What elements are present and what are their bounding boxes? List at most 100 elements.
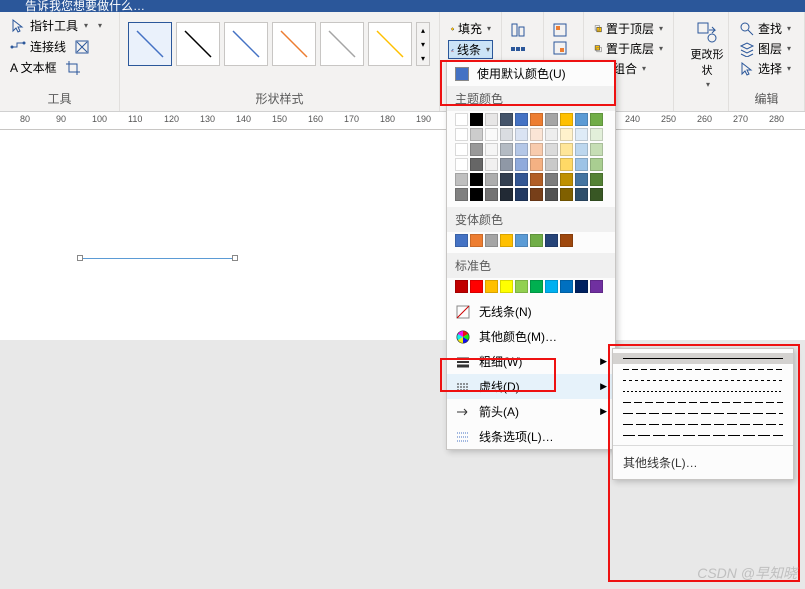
color-swatch[interactable] <box>515 280 528 293</box>
color-swatch[interactable] <box>545 128 558 141</box>
textbox-tool[interactable]: A 文本框 <box>8 58 59 77</box>
color-swatch[interactable] <box>560 280 573 293</box>
color-swatch[interactable] <box>590 158 603 171</box>
line-handle-start[interactable] <box>77 255 83 261</box>
color-swatch[interactable] <box>455 173 468 186</box>
color-swatch[interactable] <box>560 173 573 186</box>
color-swatch[interactable] <box>530 128 543 141</box>
color-swatch[interactable] <box>515 113 528 126</box>
fill-button[interactable]: 填充▾ <box>448 20 493 37</box>
style-thumb[interactable] <box>224 22 268 66</box>
color-swatch[interactable] <box>515 158 528 171</box>
align-icon[interactable] <box>510 22 526 38</box>
pointer-split[interactable]: ▾ <box>98 21 102 30</box>
color-swatch[interactable] <box>545 188 558 201</box>
bring-front[interactable]: 置于顶层▾ <box>592 20 665 37</box>
dash-option[interactable] <box>613 375 793 386</box>
color-swatch[interactable] <box>545 113 558 126</box>
color-swatch[interactable] <box>515 128 528 141</box>
color-swatch[interactable] <box>485 128 498 141</box>
color-swatch[interactable] <box>515 173 528 186</box>
dash-option[interactable] <box>613 419 793 430</box>
color-swatch[interactable] <box>515 234 528 247</box>
color-swatch[interactable] <box>485 280 498 293</box>
dash-option[interactable] <box>613 397 793 408</box>
dash-item[interactable]: 虚线(D) ▶ <box>447 374 615 399</box>
send-back[interactable]: 置于底层▾ <box>592 40 665 57</box>
color-swatch[interactable] <box>575 128 588 141</box>
color-swatch[interactable] <box>500 128 513 141</box>
color-swatch[interactable] <box>575 158 588 171</box>
color-swatch[interactable] <box>590 188 603 201</box>
color-swatch[interactable] <box>560 113 573 126</box>
color-swatch[interactable] <box>455 128 468 141</box>
select-btn[interactable]: 选择▾ <box>737 60 796 77</box>
color-swatch[interactable] <box>530 113 543 126</box>
color-swatch[interactable] <box>560 128 573 141</box>
color-swatch[interactable] <box>560 188 573 201</box>
dash-option[interactable] <box>613 430 793 441</box>
use-default-color[interactable]: 使用默认颜色(U) <box>447 61 615 86</box>
color-swatch[interactable] <box>470 158 483 171</box>
color-swatch[interactable] <box>590 113 603 126</box>
gallery-more[interactable]: ▴▾▾ <box>416 22 430 66</box>
style-thumb[interactable] <box>128 22 172 66</box>
dash-option[interactable] <box>613 386 793 397</box>
color-swatch[interactable] <box>575 280 588 293</box>
color-swatch[interactable] <box>470 113 483 126</box>
dash-more[interactable]: 其他线条(L)… <box>613 450 793 475</box>
color-swatch[interactable] <box>470 173 483 186</box>
color-swatch[interactable] <box>530 158 543 171</box>
line-button[interactable]: 线条▾ <box>448 40 493 59</box>
color-swatch[interactable] <box>590 173 603 186</box>
color-swatch[interactable] <box>500 143 513 156</box>
color-swatch[interactable] <box>545 280 558 293</box>
line-options[interactable]: 线条选项(L)… <box>447 424 615 449</box>
color-swatch[interactable] <box>590 143 603 156</box>
connector-tool[interactable]: 连接线 <box>8 37 68 56</box>
color-swatch[interactable] <box>470 128 483 141</box>
color-swatch[interactable] <box>455 143 468 156</box>
style-thumb[interactable] <box>176 22 220 66</box>
color-swatch[interactable] <box>485 158 498 171</box>
color-swatch[interactable] <box>500 280 513 293</box>
color-swatch[interactable] <box>470 280 483 293</box>
color-swatch[interactable] <box>485 143 498 156</box>
pos1-icon[interactable] <box>552 22 568 38</box>
color-swatch[interactable] <box>455 188 468 201</box>
color-swatch[interactable] <box>485 173 498 186</box>
color-swatch[interactable] <box>530 173 543 186</box>
color-swatch[interactable] <box>530 234 543 247</box>
layer-btn[interactable]: 图层▾ <box>737 40 796 57</box>
pos2-icon[interactable] <box>552 40 568 56</box>
color-swatch[interactable] <box>560 234 573 247</box>
color-swatch[interactable] <box>455 158 468 171</box>
crop-icon[interactable] <box>65 60 81 76</box>
more-colors[interactable]: 其他颜色(M)… <box>447 324 615 349</box>
change-shape-button[interactable]: 更改形状 ▾ <box>682 16 732 93</box>
color-swatch[interactable] <box>530 143 543 156</box>
color-swatch[interactable] <box>545 158 558 171</box>
style-thumb[interactable] <box>320 22 364 66</box>
color-swatch[interactable] <box>575 113 588 126</box>
color-swatch[interactable] <box>560 158 573 171</box>
style-thumb[interactable] <box>368 22 412 66</box>
color-swatch[interactable] <box>575 173 588 186</box>
color-swatch[interactable] <box>515 188 528 201</box>
color-swatch[interactable] <box>455 280 468 293</box>
color-swatch[interactable] <box>590 280 603 293</box>
canvas[interactable] <box>0 130 805 340</box>
selected-line-shape[interactable] <box>80 258 235 259</box>
color-swatch[interactable] <box>470 234 483 247</box>
color-swatch[interactable] <box>515 143 528 156</box>
color-swatch[interactable] <box>455 234 468 247</box>
dash-option[interactable] <box>613 408 793 419</box>
color-swatch[interactable] <box>500 113 513 126</box>
color-swatch[interactable] <box>545 234 558 247</box>
style-thumb[interactable] <box>272 22 316 66</box>
color-swatch[interactable] <box>500 173 513 186</box>
no-line[interactable]: 无线条(N) <box>447 299 615 324</box>
color-swatch[interactable] <box>485 234 498 247</box>
color-swatch[interactable] <box>485 113 498 126</box>
line-handle-end[interactable] <box>232 255 238 261</box>
